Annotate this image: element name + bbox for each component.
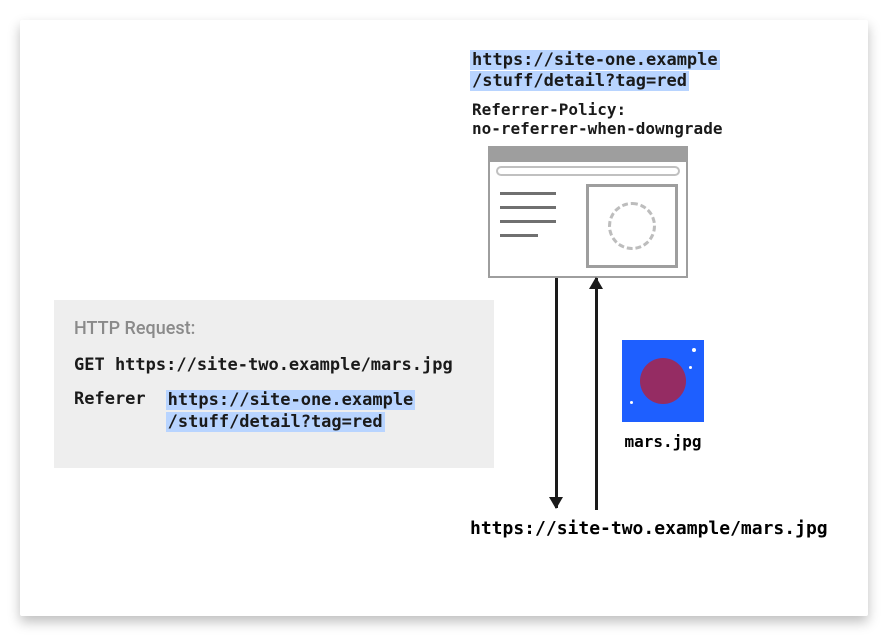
resource-filename: mars.jpg	[622, 432, 704, 451]
image-placeholder-icon	[586, 184, 678, 268]
mars-icon	[622, 340, 704, 422]
origin-url: https://site-one.example /stuff/detail?t…	[470, 50, 720, 93]
request-arrow-down-icon	[555, 278, 558, 508]
referer-label: Referer	[74, 389, 146, 409]
browser-window-icon	[488, 146, 688, 278]
http-title: HTTP Request:	[74, 318, 474, 339]
policy-value: no-referrer-when-downgrade	[472, 119, 722, 138]
response-arrow-up-icon	[595, 278, 598, 510]
http-request-box: HTTP Request: GET https://site-two.examp…	[54, 300, 494, 468]
referer-line1: https://site-one.example	[166, 390, 416, 410]
policy-header: Referrer-Policy:	[472, 100, 722, 119]
referrer-policy: Referrer-Policy: no-referrer-when-downgr…	[472, 100, 722, 138]
referer-line2: /stuff/detail?tag=red	[166, 412, 385, 432]
origin-url-line2: /stuff/detail?tag=red	[470, 71, 689, 91]
resource-url: https://site-two.example/mars.jpg	[470, 518, 828, 539]
http-get-line: GET https://site-two.example/mars.jpg	[74, 355, 474, 375]
diagram-card: https://site-one.example /stuff/detail?t…	[20, 20, 868, 616]
resource-icon-block: mars.jpg	[622, 340, 704, 451]
origin-url-line1: https://site-one.example	[470, 50, 720, 70]
referer-value: https://site-one.example /stuff/detail?t…	[166, 389, 416, 433]
